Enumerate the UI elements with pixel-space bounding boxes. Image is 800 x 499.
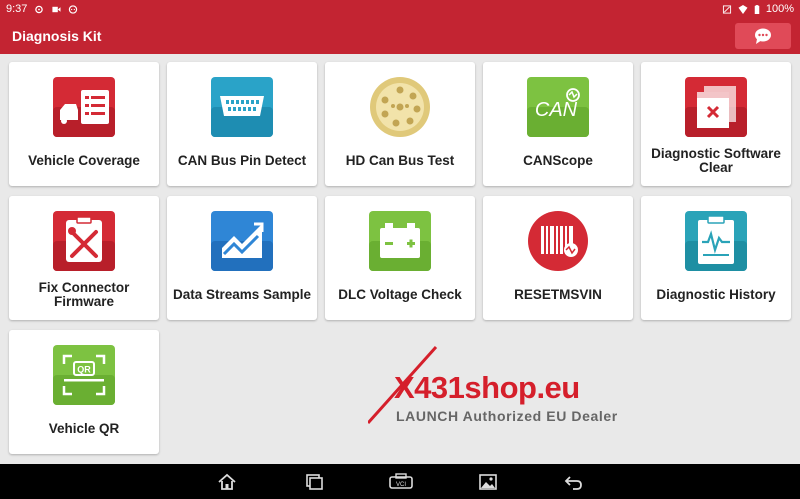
back-icon[interactable] [564, 473, 584, 491]
tile-canscope[interactable]: CAN CANScope [483, 62, 633, 186]
recent-apps-icon[interactable] [304, 473, 324, 491]
watermark-text: X431shop.eu [394, 370, 580, 405]
tile-can-bus-pin-detect[interactable]: CAN Bus Pin Detect [167, 62, 317, 186]
home-icon[interactable] [217, 473, 237, 491]
settings-notification-icon [35, 5, 44, 13]
repair-tools-icon [53, 211, 115, 271]
status-bar: 9:37 100% [0, 0, 800, 18]
vci-icon[interactable]: VCI [388, 473, 414, 491]
line-chart-icon [211, 211, 273, 271]
battery-percent: 100% [765, 3, 794, 15]
svg-text:QR: QR [77, 365, 91, 375]
clear-window-icon [685, 77, 747, 137]
screenshot-gallery-icon[interactable] [478, 473, 498, 491]
tile-label: Vehicle Coverage [28, 153, 140, 168]
svg-text:CAN: CAN [535, 99, 578, 121]
chat-icon [755, 28, 771, 44]
tile-diagnostic-history[interactable]: Diagnostic History [641, 196, 791, 320]
tile-vehicle-qr[interactable]: QR Vehicle QR [9, 330, 159, 454]
tile-hd-can-bus-test[interactable]: HD Can Bus Test [325, 62, 475, 186]
navigation-bar: VCI [0, 464, 800, 499]
tile-dlc-voltage-check[interactable]: DLC Voltage Check [325, 196, 475, 320]
tile-fix-connector-firmware[interactable]: Fix Connector Firmware [9, 196, 159, 320]
tile-resetmsvin[interactable]: RESETMSVIN [483, 196, 633, 320]
tile-label: DLC Voltage Check [338, 287, 462, 302]
battery-icon [369, 211, 431, 271]
chat-button[interactable] [735, 23, 791, 49]
message-notification-icon [69, 4, 78, 14]
app-bar: Diagnosis Kit [0, 18, 800, 54]
tile-label: Diagnostic Software Clear [651, 146, 781, 175]
obd-connector-icon [211, 77, 273, 137]
tile-label: Fix Connector Firmware [38, 280, 130, 309]
tile-label: Data Streams Sample [172, 287, 312, 302]
tile-diagnostic-software-clear[interactable]: Diagnostic Software Clear [641, 62, 791, 186]
vehicle-list-icon [53, 77, 115, 137]
page-title: Diagnosis Kit [12, 28, 102, 44]
clipboard-wave-icon [685, 211, 747, 271]
tile-label: CANScope [523, 153, 593, 168]
tile-label: Vehicle QR [48, 421, 120, 436]
tile-label: RESETMSVIN [514, 287, 602, 302]
tile-label: CAN Bus Pin Detect [177, 153, 307, 168]
barcode-icon [528, 211, 588, 271]
sim-icon [722, 4, 731, 14]
tile-vehicle-coverage[interactable]: Vehicle Coverage [9, 62, 159, 186]
qr-scan-icon: QR [53, 345, 115, 405]
status-time: 9:37 [6, 3, 28, 15]
tile-label: HD Can Bus Test [345, 153, 455, 168]
round-connector-icon [370, 77, 430, 137]
canscope-icon: CAN [527, 77, 589, 137]
tile-data-streams-sample[interactable]: Data Streams Sample [167, 196, 317, 320]
svg-text:VCI: VCI [396, 482, 406, 488]
video-notification-icon [52, 6, 61, 12]
watermark-tagline: LAUNCH Authorized EU Dealer [396, 408, 618, 424]
battery-status-icon [754, 4, 760, 14]
wifi-icon [738, 4, 748, 14]
tile-label: Diagnostic History [656, 287, 776, 302]
